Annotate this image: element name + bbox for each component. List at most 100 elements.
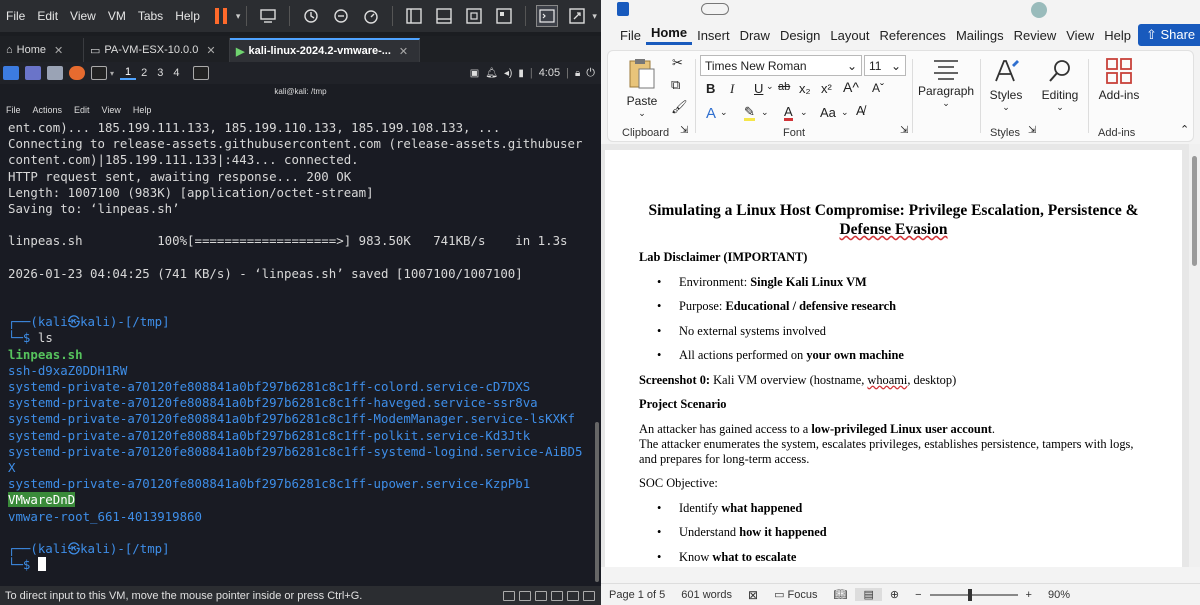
sound-icon[interactable]	[567, 590, 579, 601]
workspace-3[interactable]: 3	[152, 67, 168, 79]
hdd-icon[interactable]	[503, 590, 515, 601]
highlight-dropdown-icon[interactable]: ⌄	[761, 107, 769, 118]
focus-button[interactable]: ▭ Focus	[766, 588, 825, 602]
terminal-window-icon[interactable]	[192, 66, 209, 80]
tab-draw[interactable]: Draw	[735, 28, 775, 43]
styles-launcher-icon[interactable]: ⇲	[1028, 125, 1036, 136]
tab-mailings[interactable]: Mailings	[951, 28, 1009, 43]
tab-references[interactable]: References	[874, 28, 950, 43]
notification-icon[interactable]: 🔔︎	[485, 68, 498, 79]
collapse-ribbon-icon[interactable]: ⌃	[1180, 123, 1189, 136]
underline-dropdown-icon[interactable]: ⌄	[766, 81, 774, 92]
italic-button[interactable]: I	[730, 81, 734, 97]
format-painter-icon[interactable]: 🖌︎	[671, 99, 688, 115]
clear-formatting-icon[interactable]: A̸	[856, 103, 865, 118]
display-icon[interactable]	[583, 590, 595, 601]
snapshot-icon[interactable]	[330, 5, 352, 27]
terminal-menu-edit[interactable]: Edit	[68, 105, 96, 115]
tab-pa-vm[interactable]: ▭ PA-VM-ESX-10.0.0 ✕	[84, 38, 230, 62]
subscript-button[interactable]: x₂	[799, 81, 811, 96]
highlight-icon[interactable]: ✎	[744, 105, 755, 121]
menu-tabs[interactable]: Tabs	[132, 9, 169, 23]
editing-button[interactable]: Editing ⌄	[1038, 57, 1082, 113]
usb-icon[interactable]	[551, 590, 563, 601]
font-launcher-icon[interactable]: ⇲	[900, 125, 908, 136]
tray-icon[interactable]: ▣	[470, 68, 479, 79]
scrollbar-thumb[interactable]	[1192, 156, 1197, 266]
tab-kali[interactable]: ▶ kali-linux-2024.2-vmware-... ✕	[230, 38, 420, 62]
tab-view[interactable]: View	[1061, 28, 1099, 43]
change-case-button[interactable]: Aa	[820, 105, 836, 120]
proofing-icon[interactable]: ⊠	[740, 588, 766, 602]
terminal-scrollbar[interactable]	[595, 422, 599, 582]
firefox-icon[interactable]	[69, 66, 85, 80]
share-button[interactable]: ⇧ Share	[1137, 24, 1200, 46]
terminal-icon[interactable]	[91, 66, 107, 80]
menu-view[interactable]: View	[64, 9, 102, 23]
font-color-icon[interactable]: A	[784, 105, 793, 121]
print-layout-icon[interactable]: ▤	[855, 588, 882, 601]
lock-icon[interactable]: 🔒︎	[575, 68, 580, 79]
addins-button[interactable]: Add-ins	[1094, 57, 1144, 102]
change-case-dropdown-icon[interactable]: ⌄	[841, 107, 849, 118]
dropdown-icon[interactable]: ▾	[110, 69, 114, 78]
close-icon[interactable]: ✕	[399, 45, 408, 58]
close-icon[interactable]: ✕	[206, 44, 215, 57]
terminal-output[interactable]: ent.com)... 185.199.111.133, 185.199.110…	[0, 120, 601, 586]
send-keys-icon[interactable]	[257, 5, 279, 27]
word-count[interactable]: 601 words	[673, 589, 740, 601]
snapshot-manager-icon[interactable]	[360, 5, 382, 27]
menu-edit[interactable]: Edit	[31, 9, 64, 23]
document-canvas[interactable]: Simulating a Linux Host Compromise: Priv…	[601, 144, 1189, 567]
library-icon[interactable]	[403, 5, 425, 27]
cdrom-icon[interactable]	[519, 590, 531, 601]
stretch-dropdown-icon[interactable]: ▾	[592, 11, 597, 22]
tab-file[interactable]: File	[615, 28, 646, 43]
tab-home[interactable]: Home	[645, 25, 693, 45]
volume-icon[interactable]: ◂)	[504, 68, 512, 79]
zoom-level[interactable]: 90%	[1040, 589, 1078, 601]
tab-design[interactable]: Design	[775, 28, 825, 43]
launcher-icon[interactable]: ⇲	[680, 125, 688, 136]
autosave-toggle[interactable]	[701, 3, 729, 15]
network-icon[interactable]	[535, 590, 547, 601]
console-view-icon[interactable]	[536, 5, 559, 27]
menu-help[interactable]: Help	[169, 9, 206, 23]
workspace-1[interactable]: 1	[120, 66, 137, 80]
stretch-icon[interactable]	[566, 5, 588, 27]
font-color-dropdown-icon[interactable]: ⌄	[800, 107, 808, 118]
zoom-out-icon[interactable]: −	[907, 589, 929, 601]
terminal-menu-actions[interactable]: Actions	[27, 105, 69, 115]
dropdown-icon[interactable]: ▾	[236, 11, 241, 22]
fullscreen-icon[interactable]	[463, 5, 485, 27]
tab-home[interactable]: ⌂ Home ✕	[0, 38, 84, 62]
font-size-select[interactable]: 11 ⌄	[864, 55, 906, 76]
underline-button[interactable]: U	[754, 81, 763, 96]
tab-insert[interactable]: Insert	[692, 28, 735, 43]
text-effects-dropdown-icon[interactable]: ⌄	[720, 107, 728, 118]
read-mode-icon[interactable]: 📖︎	[825, 588, 855, 601]
power-icon[interactable]: ⏻	[586, 67, 595, 80]
thumbnail-icon[interactable]	[433, 5, 455, 27]
terminal-menu-help[interactable]: Help	[127, 105, 158, 115]
kali-menu-icon[interactable]	[3, 66, 19, 80]
pause-icon[interactable]	[210, 5, 232, 27]
text-effects-icon[interactable]: A	[706, 105, 716, 122]
document-page[interactable]: Simulating a Linux Host Compromise: Priv…	[605, 150, 1182, 567]
unity-icon[interactable]	[493, 5, 515, 27]
document-scrollbar[interactable]	[1189, 144, 1200, 567]
styles-button[interactable]: Styles ⌄	[986, 57, 1026, 113]
file-manager-icon[interactable]	[47, 66, 63, 80]
battery-icon[interactable]: ▮	[518, 68, 524, 79]
superscript-button[interactable]: x²	[821, 81, 832, 96]
tab-layout[interactable]: Layout	[825, 28, 874, 43]
shrink-font-icon[interactable]: Aˇ	[872, 81, 884, 95]
show-desktop-icon[interactable]	[25, 66, 41, 80]
web-layout-icon[interactable]: ⊕	[882, 588, 907, 601]
strikethrough-button[interactable]: ab	[778, 81, 790, 93]
terminal-menu-file[interactable]: File	[0, 105, 27, 115]
page-count[interactable]: Page 1 of 5	[601, 589, 673, 601]
zoom-slider[interactable]	[929, 588, 1018, 601]
copy-icon[interactable]: ⧉	[671, 77, 680, 93]
paragraph-button[interactable]: Paragraph ⌄	[918, 57, 974, 109]
